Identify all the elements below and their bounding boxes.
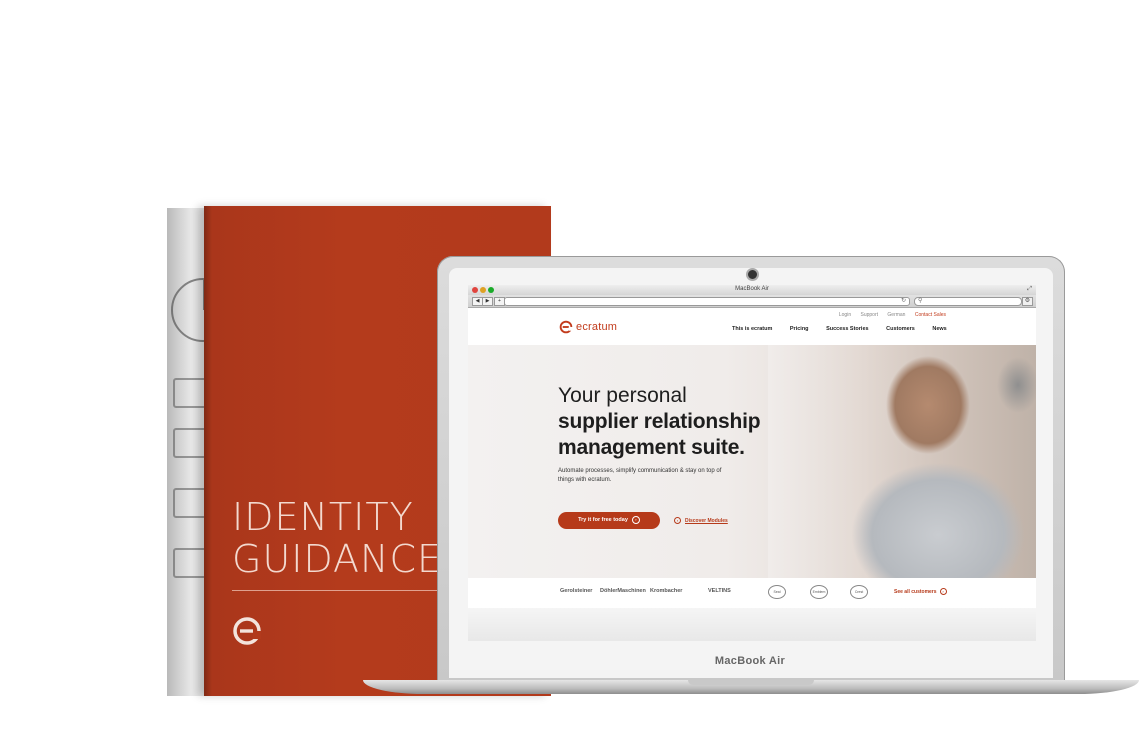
- hero-title: Your personal supplier relationship mana…: [558, 383, 838, 461]
- utility-nav-support[interactable]: Support: [861, 312, 879, 318]
- nav-this-is-ecratum[interactable]: This is ecratum: [732, 326, 772, 332]
- browser-toolbar: ◀ ▶ + ↻ ⚲ ⚙: [468, 295, 1036, 308]
- url-bar[interactable]: ↻: [504, 297, 910, 306]
- main-nav: This is ecratum Pricing Success Stories …: [732, 326, 963, 332]
- chevron-right-icon: ›: [939, 588, 947, 595]
- customer-logo[interactable]: Seal: [768, 585, 786, 599]
- see-all-customers-label: See all customers: [894, 588, 937, 595]
- chevron-right-icon: ›: [674, 517, 681, 524]
- hero-title-line2: supplier relationship: [558, 410, 761, 433]
- hero-title-line3: management suite.: [558, 436, 745, 459]
- hero-title-line1: Your personal: [558, 384, 687, 407]
- utility-nav-login[interactable]: Login: [839, 312, 851, 318]
- customer-logo[interactable]: Gerolsteiner: [560, 588, 592, 594]
- search-bar[interactable]: ⚲: [914, 297, 1022, 306]
- site-logo-text: ecratum: [576, 321, 618, 333]
- ecratum-logo-icon: [233, 617, 261, 645]
- customer-logo[interactable]: Crest: [850, 585, 868, 599]
- hero-subtitle: Automate processes, simplify communicati…: [558, 468, 722, 483]
- window-title: MacBook Air: [735, 286, 769, 292]
- customer-logo[interactable]: Emblem: [810, 585, 828, 599]
- utility-nav-language[interactable]: German: [887, 312, 905, 318]
- chevron-right-icon: ›: [631, 515, 640, 524]
- try-free-button-label: Try it for free today: [578, 517, 628, 523]
- see-all-customers-link[interactable]: See all customers ›: [894, 588, 947, 595]
- customer-logo[interactable]: DöhlerMaschinen: [600, 588, 646, 594]
- ecratum-logo-icon: [559, 320, 573, 334]
- utility-nav: Login Support German Contact Sales: [831, 312, 946, 318]
- discover-modules-link[interactable]: › Discover Modules: [674, 517, 728, 524]
- nav-pricing[interactable]: Pricing: [790, 326, 809, 332]
- hero-photo: [768, 345, 1036, 578]
- camera-icon: [746, 268, 759, 281]
- laptop-notch: [688, 680, 814, 685]
- customer-logos-strip: Gerolsteiner DöhlerMaschinen Krombacher …: [468, 578, 1036, 608]
- book-spine-shadow: [204, 206, 212, 696]
- utility-nav-contact-sales[interactable]: Contact Sales: [915, 312, 946, 318]
- nav-customers[interactable]: Customers: [886, 326, 915, 332]
- customer-logo[interactable]: Krombacher: [650, 588, 682, 594]
- reload-icon[interactable]: ↻: [901, 297, 906, 304]
- gear-icon[interactable]: ⚙: [1022, 297, 1033, 306]
- search-icon: ⚲: [918, 298, 923, 304]
- forward-button[interactable]: ▶: [482, 297, 493, 306]
- browser-screen: MacBook Air ⤢ ◀ ▶ + ↻ ⚲ ⚙ Login Support …: [468, 285, 1036, 641]
- below-fold-section: [468, 608, 1036, 641]
- book-title: IDENTITY GUIDANCE: [232, 496, 442, 580]
- try-free-button[interactable]: Try it for free today ›: [558, 512, 660, 529]
- discover-modules-label: Discover Modules: [685, 517, 728, 524]
- nav-news[interactable]: News: [932, 326, 946, 332]
- hero-section: Your personal supplier relationship mana…: [468, 345, 1036, 578]
- site-header: Login Support German Contact Sales ecrat…: [468, 308, 1036, 344]
- laptop-brand-label: MacBook Air: [714, 655, 786, 667]
- fullscreen-icon[interactable]: ⤢: [1027, 286, 1032, 293]
- book-title-line1: IDENTITY: [232, 495, 414, 539]
- book-title-line2: GUIDANCE: [232, 537, 443, 581]
- nav-success-stories[interactable]: Success Stories: [826, 326, 869, 332]
- customer-logo[interactable]: VELTINS: [708, 588, 731, 594]
